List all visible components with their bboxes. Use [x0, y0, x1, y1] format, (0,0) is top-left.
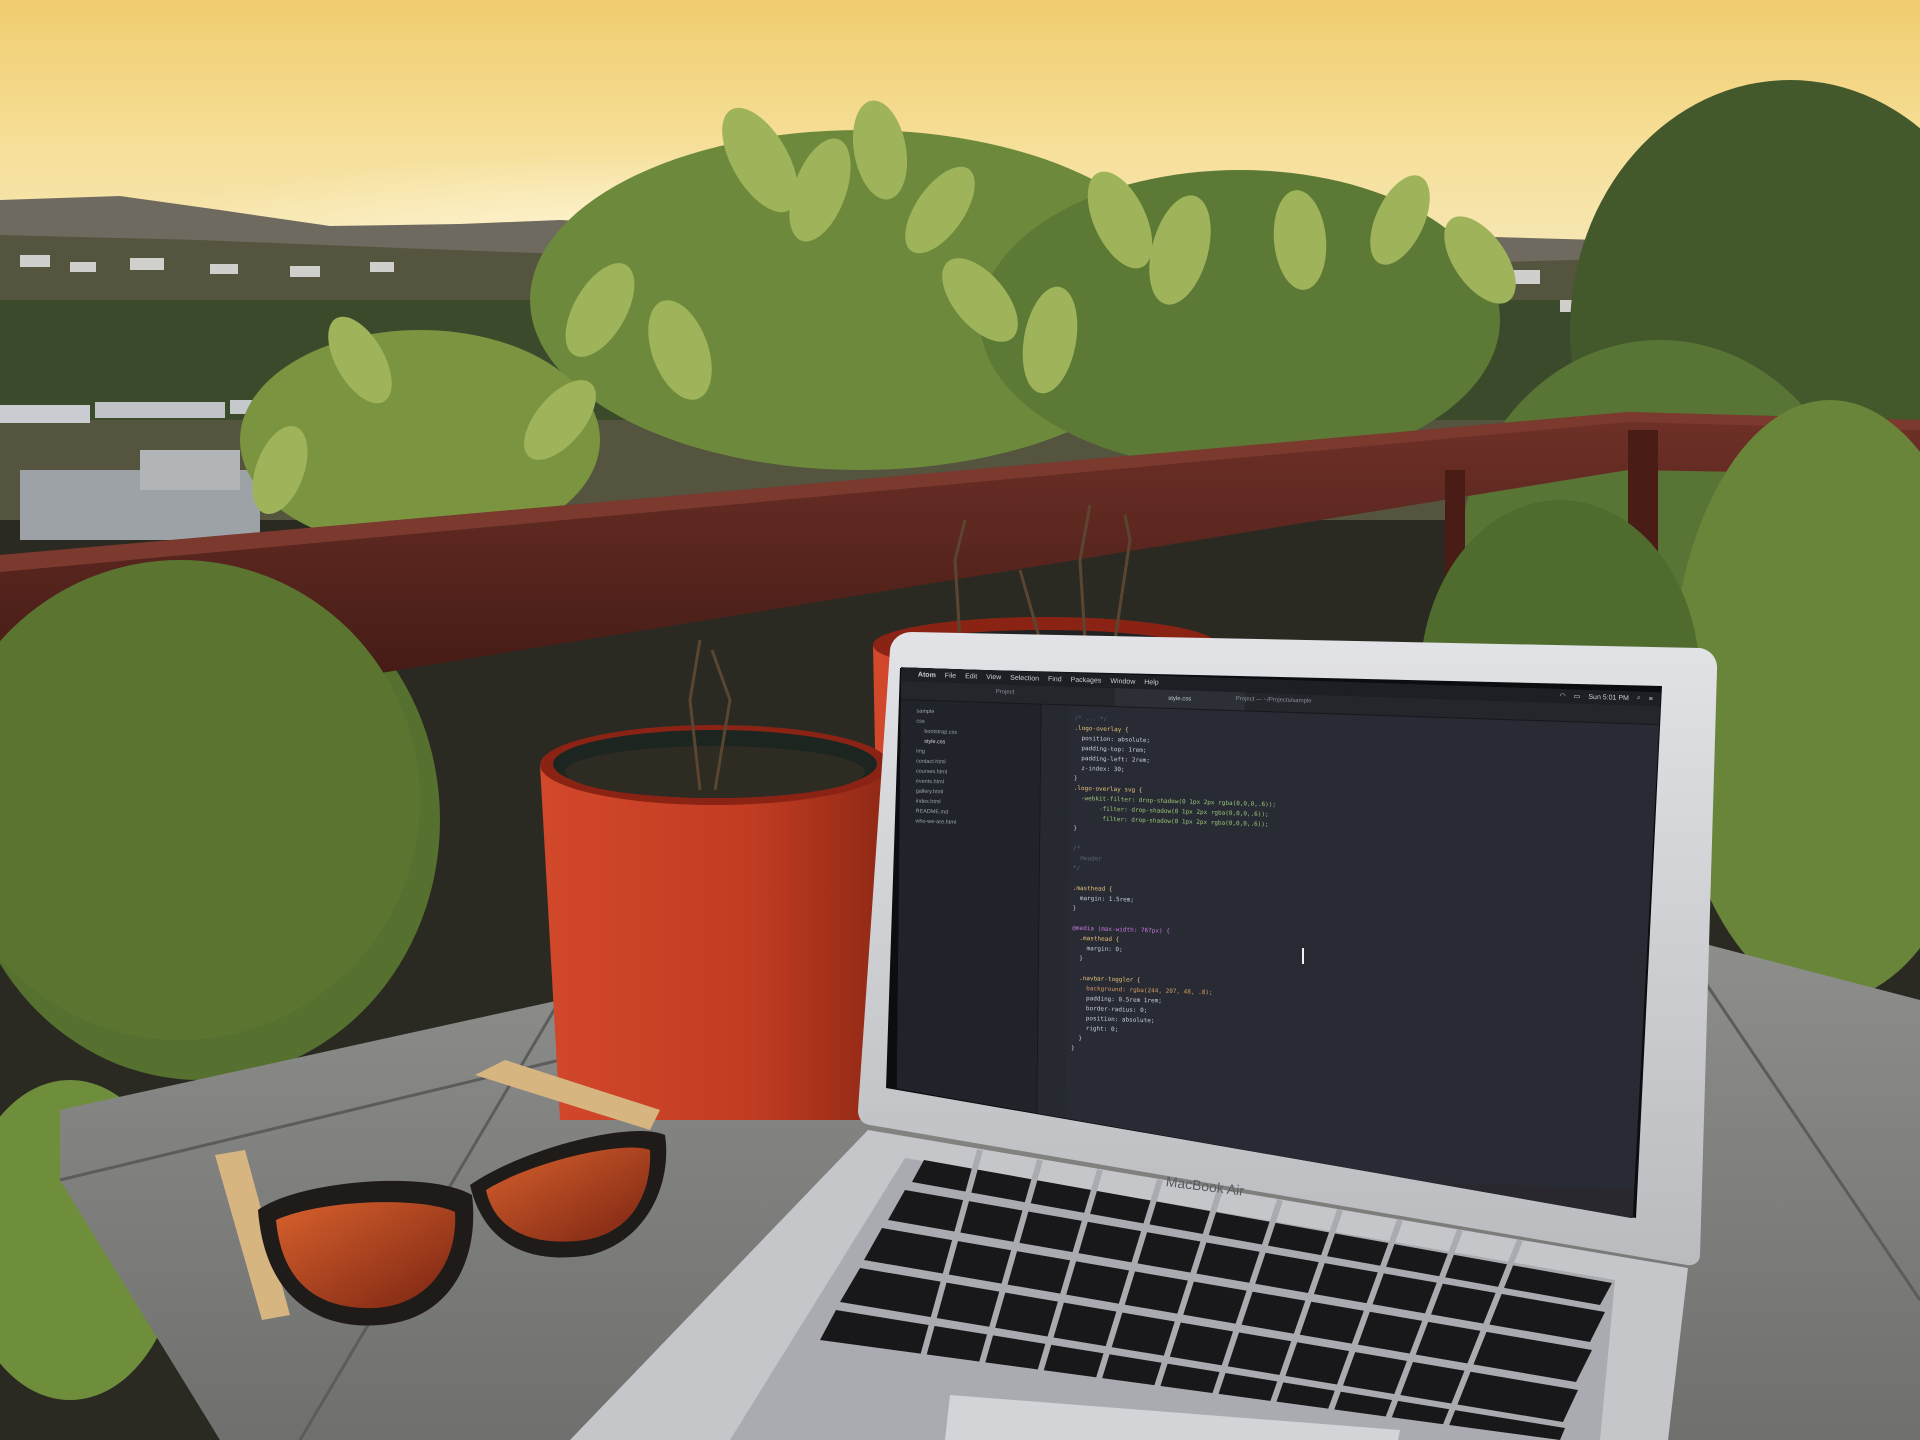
code-line: }: [1073, 774, 1078, 782]
code-line: }: [1073, 824, 1078, 832]
text-cursor: [1302, 948, 1304, 964]
battery-icon[interactable]: ▭: [1574, 692, 1581, 700]
menu-item-atom[interactable]: Atom: [918, 671, 936, 679]
spotlight-icon[interactable]: ⌕: [1637, 694, 1641, 702]
code-line: z-index: 30;: [1073, 764, 1125, 774]
menubar-clock[interactable]: Sun 5:01 PM: [1588, 693, 1629, 701]
menu-item-file[interactable]: File: [945, 672, 956, 679]
window-title: Project — ~/Projects/sample: [1235, 696, 1312, 705]
code-line: }: [1071, 954, 1083, 963]
code-line: }: [1072, 904, 1077, 912]
menu-item-window[interactable]: Window: [1110, 677, 1135, 685]
wifi-icon[interactable]: ◠: [1560, 692, 1566, 700]
notification-center-icon[interactable]: ≡: [1649, 695, 1653, 702]
menu-item-find[interactable]: Find: [1048, 675, 1062, 682]
code-line: }: [1071, 1044, 1075, 1052]
code-line: margin: 1.5rem;: [1072, 894, 1135, 904]
menu-item-packages[interactable]: Packages: [1071, 676, 1102, 684]
code-line: */: [1072, 864, 1081, 872]
menu-item-view[interactable]: View: [986, 673, 1001, 680]
menu-item-selection[interactable]: Selection: [1010, 674, 1039, 682]
tab-project[interactable]: Project: [996, 689, 1015, 696]
code-line: /*: [1073, 844, 1081, 852]
menu-item-help[interactable]: Help: [1144, 679, 1158, 686]
code-line: }: [1071, 1034, 1083, 1043]
menu-item-edit[interactable]: Edit: [965, 673, 977, 680]
